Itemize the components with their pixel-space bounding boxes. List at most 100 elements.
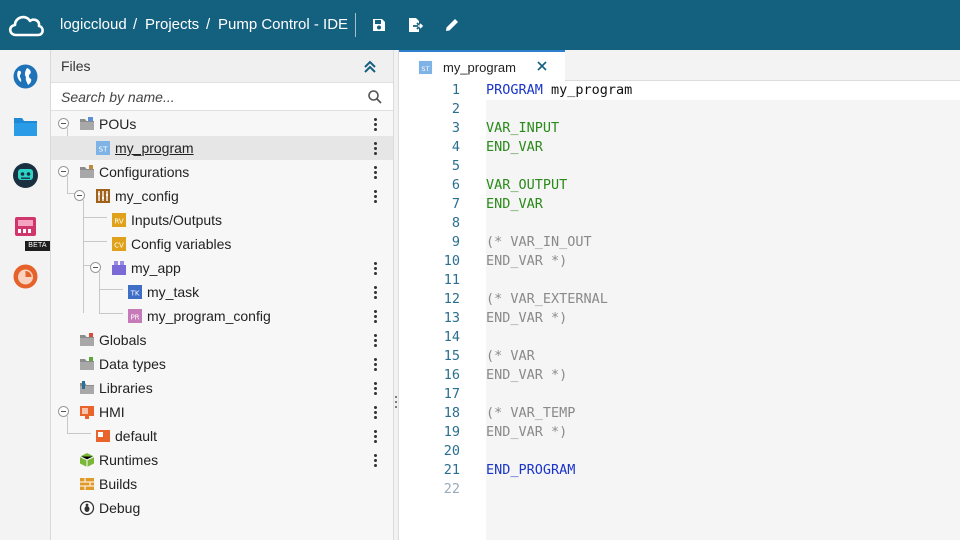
collapse-toggle-icon[interactable] — [58, 406, 69, 417]
code-line[interactable] — [486, 271, 960, 290]
code-token: END_VAR *) — [486, 253, 568, 269]
more-options-icon[interactable] — [369, 452, 383, 468]
files-panel: Files POUs S — [51, 50, 393, 540]
config-icon — [96, 189, 110, 203]
tree-item-my-config[interactable]: my_config — [51, 184, 393, 208]
code-token: (* VAR — [486, 348, 535, 364]
code-line[interactable]: (* VAR_TEMP — [486, 404, 960, 423]
collapse-toggle-icon[interactable] — [74, 190, 85, 201]
more-options-icon[interactable] — [369, 356, 383, 372]
line-number: 11 — [443, 272, 460, 288]
export-icon[interactable] — [406, 16, 424, 34]
more-options-icon[interactable] — [369, 284, 383, 300]
more-options-icon[interactable] — [369, 164, 383, 180]
tree-item-data-types[interactable]: Data types — [51, 352, 393, 376]
code-line[interactable]: END_VAR *) — [486, 366, 960, 385]
tree-item-libraries[interactable]: Libraries — [51, 376, 393, 400]
code-line[interactable]: END_VAR — [486, 195, 960, 214]
svg-text:ST: ST — [421, 65, 430, 73]
more-options-icon[interactable] — [369, 428, 383, 444]
bricks-icon — [80, 478, 94, 490]
tree-item-pous[interactable]: POUs — [51, 112, 393, 136]
save-icon[interactable] — [370, 16, 388, 34]
folder-icon[interactable] — [12, 113, 39, 140]
tree-item-configurations[interactable]: Configurations — [51, 160, 393, 184]
code-line[interactable]: VAR_OUTPUT — [486, 176, 960, 195]
tree-item-default[interactable]: default — [51, 424, 393, 448]
code-line[interactable]: VAR_INPUT — [486, 119, 960, 138]
code-line[interactable] — [486, 480, 960, 499]
collapse-toggle-icon[interactable] — [90, 262, 101, 273]
code-line[interactable]: END_VAR *) — [486, 423, 960, 442]
edit-icon[interactable] — [443, 16, 461, 34]
globe-icon[interactable] — [12, 63, 39, 90]
search-icon[interactable] — [367, 89, 383, 105]
tab-my-program[interactable]: ST my_program — [399, 50, 565, 81]
tree-item-inputs-outputs[interactable]: RV Inputs/Outputs — [51, 208, 393, 232]
search-input[interactable] — [51, 83, 361, 110]
cv-icon: CV — [112, 237, 126, 251]
code-line[interactable]: END_VAR *) — [486, 309, 960, 328]
close-icon[interactable] — [535, 59, 549, 73]
code-line[interactable]: END_PROGRAM — [486, 461, 960, 480]
code-token: my_program — [542, 82, 633, 98]
code-line[interactable]: (* VAR — [486, 347, 960, 366]
code-line[interactable] — [486, 442, 960, 461]
line-number: 3 — [451, 120, 460, 136]
tree-item-debug[interactable]: Debug — [51, 496, 393, 520]
more-options-icon[interactable] — [369, 140, 383, 156]
monitor-gauge-icon[interactable] — [12, 263, 39, 290]
rv-icon: RV — [112, 213, 126, 227]
collapse-toggle-icon[interactable] — [58, 118, 69, 129]
code-line[interactable] — [486, 328, 960, 347]
tree-item-my-program-config[interactable]: PR my_program_config — [51, 304, 393, 328]
more-options-icon[interactable] — [369, 380, 383, 396]
breadcrumb-home[interactable]: logiccloud — [60, 16, 127, 33]
tree-item-builds[interactable]: Builds — [51, 472, 393, 496]
collapse-up-icon[interactable] — [361, 58, 379, 76]
more-options-icon[interactable] — [369, 260, 383, 276]
code-area[interactable]: PROGRAM my_program VAR_INPUT END_VAR VAR_OU… — [486, 81, 960, 540]
code-line[interactable] — [486, 100, 960, 119]
code-line[interactable]: (* VAR_IN_OUT — [486, 233, 960, 252]
robot-icon[interactable] — [12, 162, 39, 189]
code-line[interactable]: PROGRAM my_program — [486, 81, 960, 100]
code-line[interactable] — [486, 385, 960, 404]
tree-item-my-program[interactable]: ST my_program — [51, 136, 393, 160]
tree-item-config-variables[interactable]: CV Config variables — [51, 232, 393, 256]
code-token: END_VAR — [486, 139, 543, 155]
drag-handle-icon[interactable] — [395, 396, 397, 408]
folder-icon — [80, 117, 94, 130]
code-line[interactable] — [486, 157, 960, 176]
more-options-icon[interactable] — [369, 116, 383, 132]
more-options-icon[interactable] — [369, 308, 383, 324]
breadcrumb-projects[interactable]: Projects — [145, 16, 199, 33]
code-token: END_VAR — [486, 196, 543, 212]
device-icon[interactable] — [12, 213, 39, 240]
code-line[interactable]: END_VAR — [486, 138, 960, 157]
code-line[interactable]: END_VAR *) — [486, 252, 960, 271]
more-options-icon[interactable] — [369, 332, 383, 348]
breadcrumb-current-project: Pump Control - IDE — [218, 16, 349, 33]
divider — [355, 13, 356, 37]
line-number-gutter: 1 2 3 4 5 6 7 8 9 10 11 12 13 14 15 16 17 18 19 20 21 22 — [399, 81, 486, 540]
tab-label: my_program — [443, 60, 516, 75]
svg-text:TK: TK — [130, 290, 140, 298]
code-line[interactable]: (* VAR_EXTERNAL — [486, 290, 960, 309]
more-options-icon[interactable] — [369, 188, 383, 204]
code-editor: ST my_program 1 2 3 4 5 6 7 8 9 10 11 12 13 14 15 16 17 1… — [399, 50, 960, 540]
tree-item-runtimes[interactable]: Runtimes — [51, 448, 393, 472]
collapse-toggle-icon[interactable] — [58, 166, 69, 177]
top-bar: logiccloud / Projects / Pump Control - I… — [0, 0, 960, 50]
line-number: 19 — [443, 424, 460, 440]
tree-item-my-app[interactable]: my_app — [51, 256, 393, 280]
tree-item-globals[interactable]: Globals — [51, 328, 393, 352]
tree-item-hmi[interactable]: HMI — [51, 400, 393, 424]
tree-item-label: Builds — [99, 476, 138, 492]
code-token: END_VAR *) — [486, 367, 568, 383]
line-number: 22 — [443, 481, 460, 497]
cloud-logo-icon[interactable] — [6, 9, 46, 41]
more-options-icon[interactable] — [369, 404, 383, 420]
tree-item-my-task[interactable]: TK my_task — [51, 280, 393, 304]
code-line[interactable] — [486, 214, 960, 233]
